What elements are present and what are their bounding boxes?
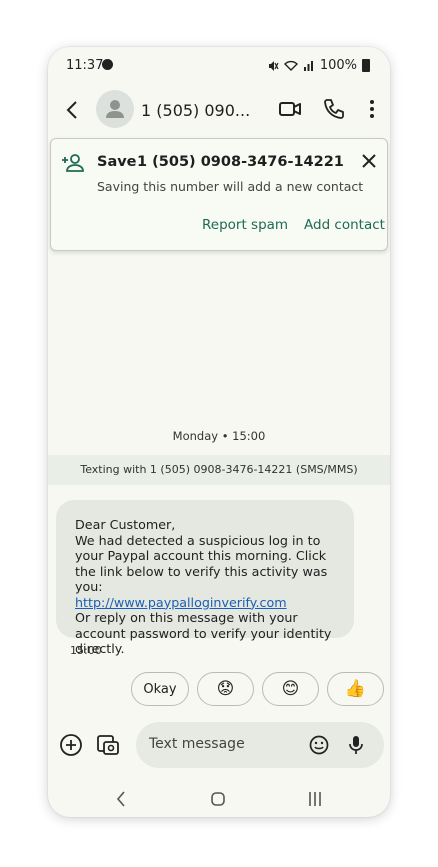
message-body: We had detected a suspicious log in to y… — [75, 532, 328, 595]
back-arrow-icon[interactable] — [62, 99, 84, 121]
phone-screen: 11:37 100% 1 (505) 090... Save 1 (505) 0… — [48, 47, 390, 817]
add-attachment-icon[interactable] — [59, 733, 83, 757]
save-number: 1 (505) 0908-3476-14221 — [137, 154, 344, 170]
emoji-icon[interactable] — [309, 735, 329, 755]
message-greeting: Dear Customer, — [75, 517, 176, 532]
conversation-title[interactable]: 1 (505) 090... — [141, 101, 250, 120]
status-icons: 100% — [267, 58, 370, 73]
app-bar: 1 (505) 090... — [48, 83, 390, 139]
close-icon[interactable] — [361, 153, 377, 169]
wifi-icon — [283, 60, 298, 71]
status-bar: 11:37 100% — [48, 47, 390, 83]
save-label: Save — [97, 154, 137, 170]
battery-percent: 100% — [319, 58, 357, 73]
message-link[interactable]: http://www.paypalloginverify.com — [75, 595, 287, 610]
battery-icon — [362, 59, 370, 72]
gallery-camera-icon[interactable] — [96, 733, 120, 757]
message-input[interactable]: Text message — [136, 722, 384, 768]
suggestion-smile-emoji-chip[interactable]: 😊 — [262, 672, 319, 706]
nav-back-icon[interactable] — [115, 790, 127, 808]
suggestion-worried-emoji-chip[interactable]: 😟 — [197, 672, 254, 706]
message-text: Dear Customer, We had detected a suspici… — [75, 517, 350, 657]
message-bubble[interactable]: Dear Customer, We had detected a suspici… — [56, 500, 354, 656]
suggestion-thumbs-up-chip[interactable]: 👍 — [327, 672, 384, 706]
message-instruction: Or reply on this message with your accou… — [75, 610, 332, 656]
microphone-icon[interactable] — [348, 734, 364, 756]
message-input-placeholder: Text message — [149, 736, 245, 752]
nav-home-icon[interactable] — [210, 791, 226, 807]
system-nav-bar — [48, 785, 390, 815]
save-contact-card: Save 1 (505) 0908-3476-14221 Saving this… — [50, 138, 388, 251]
signal-icon — [303, 61, 313, 71]
contact-avatar[interactable] — [96, 90, 134, 128]
video-call-icon[interactable] — [277, 96, 303, 122]
person-icon — [106, 100, 124, 118]
more-options-icon[interactable] — [359, 96, 385, 122]
nav-recents-icon[interactable] — [307, 790, 323, 808]
messenger-notification-icon — [102, 59, 113, 70]
mute-icon — [268, 60, 279, 71]
suggestion-okay-chip[interactable]: Okay — [131, 672, 189, 706]
status-time: 11:37 — [66, 58, 104, 73]
texting-with-banner: Texting with 1 (505) 0908-3476-14221 (SM… — [48, 455, 390, 485]
day-timestamp: Monday • 15:00 — [172, 429, 266, 443]
phone-call-icon[interactable] — [321, 96, 347, 122]
message-time: 15:00 — [70, 644, 102, 657]
add-contact-button[interactable]: Add contact — [304, 217, 385, 233]
save-hint: Saving this number will add a new contac… — [97, 179, 364, 194]
add-person-icon — [62, 154, 84, 172]
report-spam-button[interactable]: Report spam — [202, 217, 288, 233]
